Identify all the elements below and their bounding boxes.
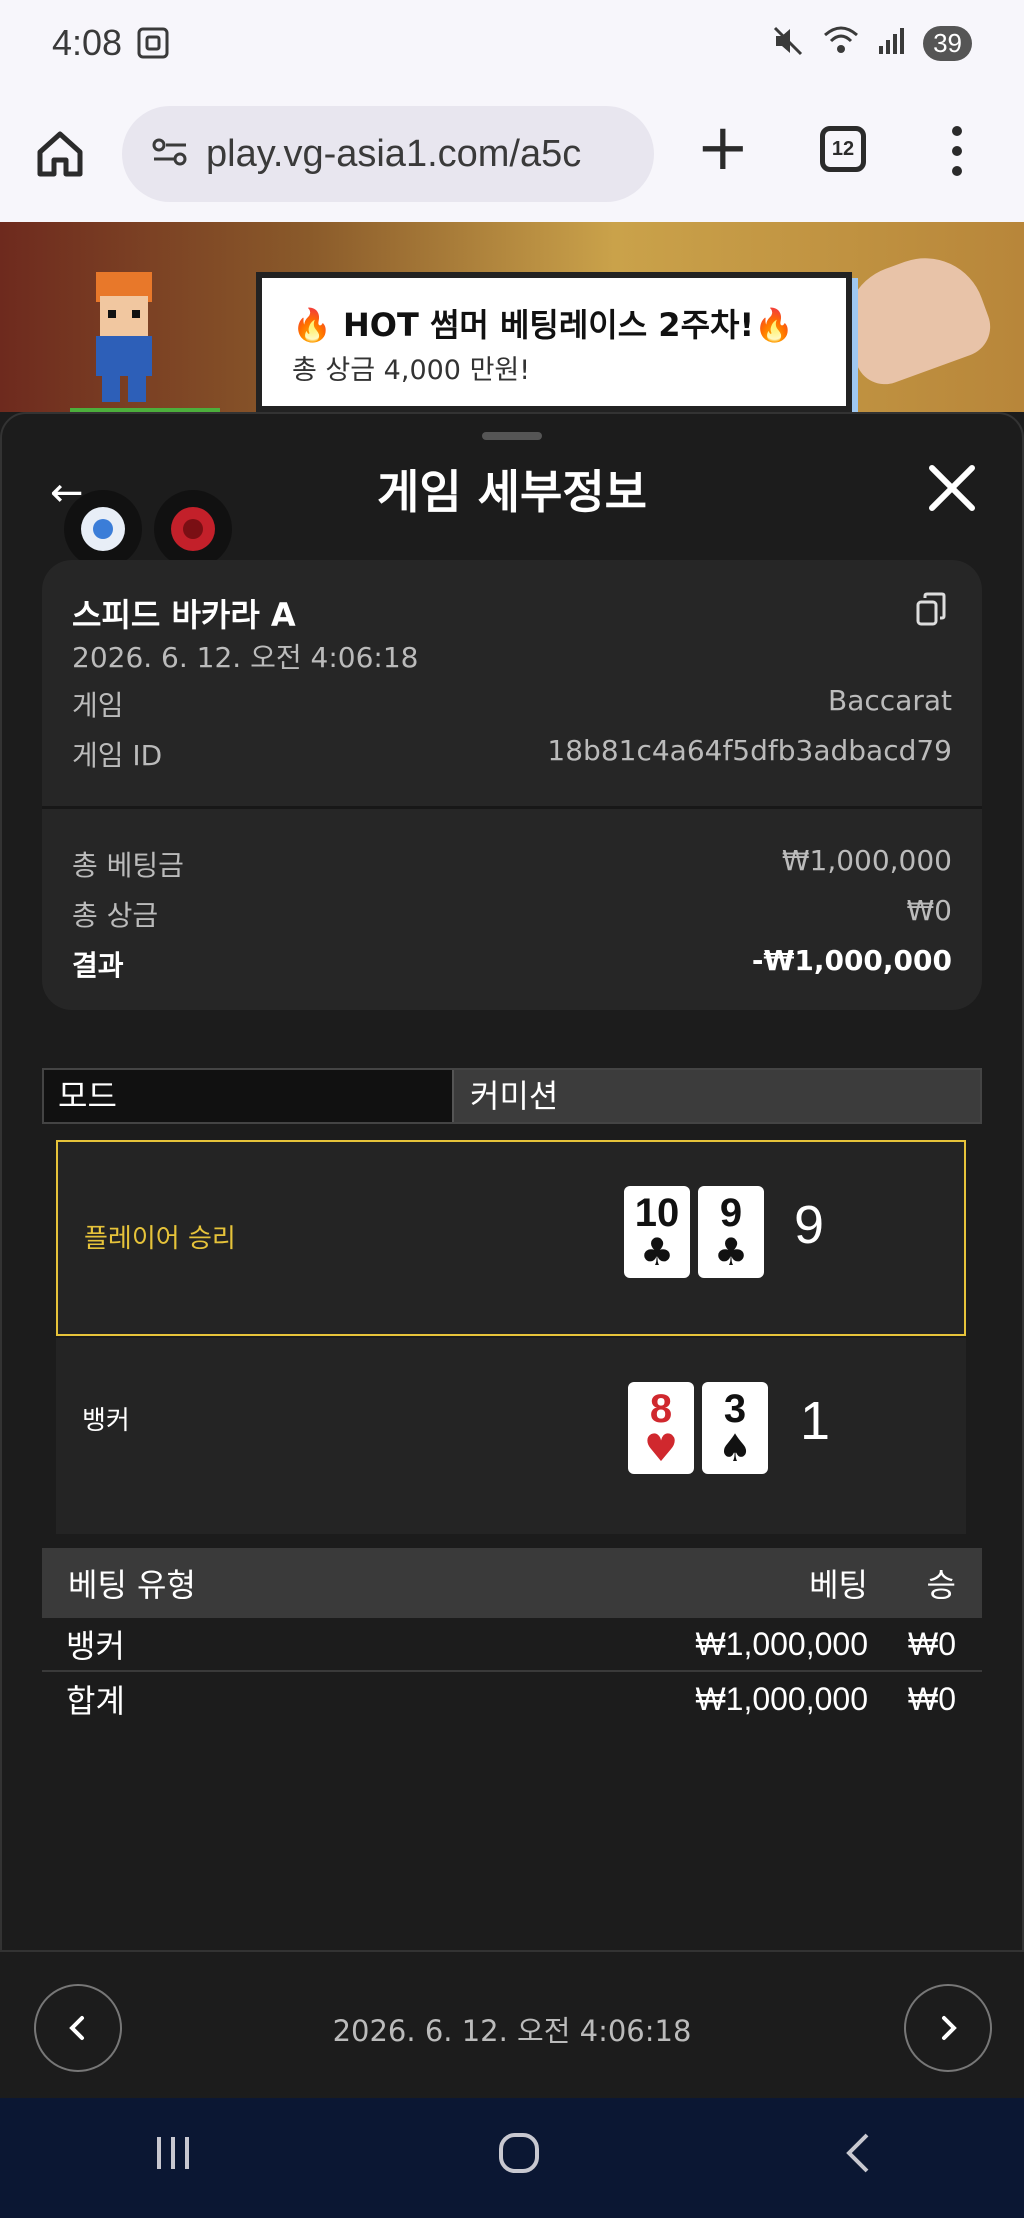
- club-suit-icon: ♣: [713, 1230, 749, 1274]
- bet-table: 베팅 유형 베팅 승 뱅커 ₩1,000,000 ₩0 합계 ₩1,000,00…: [42, 1548, 982, 1726]
- player-score: 9: [794, 1195, 825, 1255]
- home-icon[interactable]: [30, 124, 90, 184]
- game-id-label: 게임 ID: [72, 739, 163, 772]
- promo-subtitle: 총 상금 4,000 만원!: [292, 355, 531, 386]
- mode-bar: 모드 커미션: [42, 1068, 982, 1124]
- promo-banner[interactable]: 🔥 HOT 썸머 베팅레이스 2주차!🔥 총 상금 4,000 만원!: [256, 272, 852, 412]
- status-bar: 4:08 39: [0, 0, 1024, 96]
- table-header: 베팅 유형 베팅 승: [42, 1548, 982, 1618]
- total-win-label: 총 상금: [72, 899, 159, 932]
- game-type-row: 게임 Baccarat: [72, 684, 952, 724]
- total-bet-value: ₩1,000,000: [781, 844, 952, 877]
- total-win-row: 총 상금 ₩0: [72, 894, 952, 934]
- wifi-icon: [823, 25, 859, 61]
- copy-icon[interactable]: [914, 592, 948, 626]
- total-bet-row: 총 베팅금 ₩1,000,000: [72, 844, 952, 884]
- total-bet-cell: ₩1,000,000: [695, 1680, 868, 1717]
- game-summary-card: 스피드 바카라 A 2026. 6. 12. 오전 4:06:18 게임 Bac…: [42, 560, 982, 1010]
- total-win-cell: ₩0: [908, 1680, 956, 1717]
- table-row: 뱅커 ₩1,000,000 ₩0: [42, 1618, 982, 1672]
- battery-indicator: 39: [923, 25, 972, 61]
- game-id-row: 게임 ID 18b81c4a64f5dfb3adbacd79: [72, 734, 952, 774]
- round-datetime: 2026. 6. 12. 오전 4:06:18: [332, 2014, 692, 2048]
- win-amount-cell: ₩0: [908, 1625, 956, 1662]
- round-navigation: 2026. 6. 12. 오전 4:06:18: [0, 1950, 1024, 2098]
- blue-chip-icon: [64, 490, 142, 568]
- result-row: 결과 -₩1,000,000: [72, 944, 952, 984]
- table-total-row: 합계 ₩1,000,000 ₩0: [42, 1672, 982, 1726]
- heart-suit-icon: ♥: [643, 1426, 679, 1470]
- mute-icon: [771, 24, 805, 62]
- new-tab-icon[interactable]: +: [696, 116, 750, 180]
- header-bet: 베팅: [809, 1566, 868, 1604]
- recent-apps-icon[interactable]: [151, 2133, 195, 2184]
- banker-hand-label: 뱅커: [82, 1406, 130, 1436]
- system-nav-bar: [0, 2098, 1024, 2218]
- mode-value: 커미션: [452, 1070, 980, 1122]
- back-button-icon[interactable]: [843, 2131, 873, 2186]
- result-label: 결과: [72, 949, 124, 982]
- divider: [42, 806, 982, 809]
- clock: 4:08: [52, 22, 123, 63]
- game-datetime: 2026. 6. 12. 오전 4:06:18: [72, 641, 419, 674]
- url-text: play.vg-asia1.com/a5c: [206, 132, 582, 175]
- mode-label: 모드: [44, 1070, 452, 1122]
- total-bet-label: 총 베팅금: [72, 849, 184, 882]
- playing-card: 9 ♣: [698, 1186, 764, 1278]
- spade-suit-icon: ♠: [717, 1426, 753, 1470]
- card-rank: 9: [719, 1191, 743, 1235]
- signal-icon: [877, 26, 905, 60]
- header-win: 승: [926, 1566, 956, 1604]
- total-win-value: ₩0: [906, 894, 953, 927]
- club-suit-icon: ♣: [639, 1230, 675, 1274]
- sheet-drag-handle[interactable]: [482, 432, 542, 440]
- game-name: 스피드 바카라 A: [72, 596, 296, 634]
- address-bar[interactable]: play.vg-asia1.com/a5c: [122, 106, 654, 202]
- tab-switcher-button[interactable]: 12: [820, 126, 866, 172]
- player-hand-label: 플레이어 승리: [84, 1224, 236, 1254]
- chip-icons: [64, 490, 232, 568]
- playing-card: 3 ♠: [702, 1382, 768, 1474]
- result-value: -₩1,000,000: [751, 944, 952, 977]
- red-chip-icon: [154, 490, 232, 568]
- bet-amount-cell: ₩1,000,000: [695, 1625, 868, 1662]
- total-label-cell: 합계: [66, 1683, 125, 1719]
- card-rank: 3: [723, 1387, 747, 1431]
- banker-score: 1: [800, 1391, 831, 1451]
- player-hand: 플레이어 승리 10 ♣ 9 ♣ 9: [56, 1140, 966, 1336]
- game-id-value[interactable]: 18b81c4a64f5dfb3adbacd79: [547, 734, 952, 774]
- game-type-label: 게임: [72, 689, 124, 722]
- close-icon[interactable]: [926, 462, 978, 514]
- card-rank: 10: [634, 1191, 680, 1235]
- header-bet-type: 베팅 유형: [68, 1566, 196, 1604]
- home-button-icon[interactable]: [497, 2131, 541, 2186]
- site-settings-icon[interactable]: [152, 137, 188, 171]
- screenshot-icon: [136, 26, 170, 64]
- chevron-right-icon: [942, 2016, 957, 2040]
- game-type-value: Baccarat: [828, 684, 952, 717]
- more-menu-icon[interactable]: [952, 126, 962, 176]
- playing-card: 10 ♣: [624, 1186, 690, 1278]
- banker-hand: 뱅커 8 ♥ 3 ♠ 1: [56, 1338, 966, 1534]
- bet-type-cell: 뱅커: [66, 1628, 125, 1664]
- next-round-button[interactable]: [904, 1984, 992, 2072]
- card-rank: 8: [649, 1387, 673, 1431]
- playing-card: 8 ♥: [628, 1382, 694, 1474]
- promo-title: 🔥 HOT 썸머 베팅레이스 2주차!🔥: [292, 306, 794, 344]
- browser-toolbar: play.vg-asia1.com/a5c + 12: [0, 96, 1024, 222]
